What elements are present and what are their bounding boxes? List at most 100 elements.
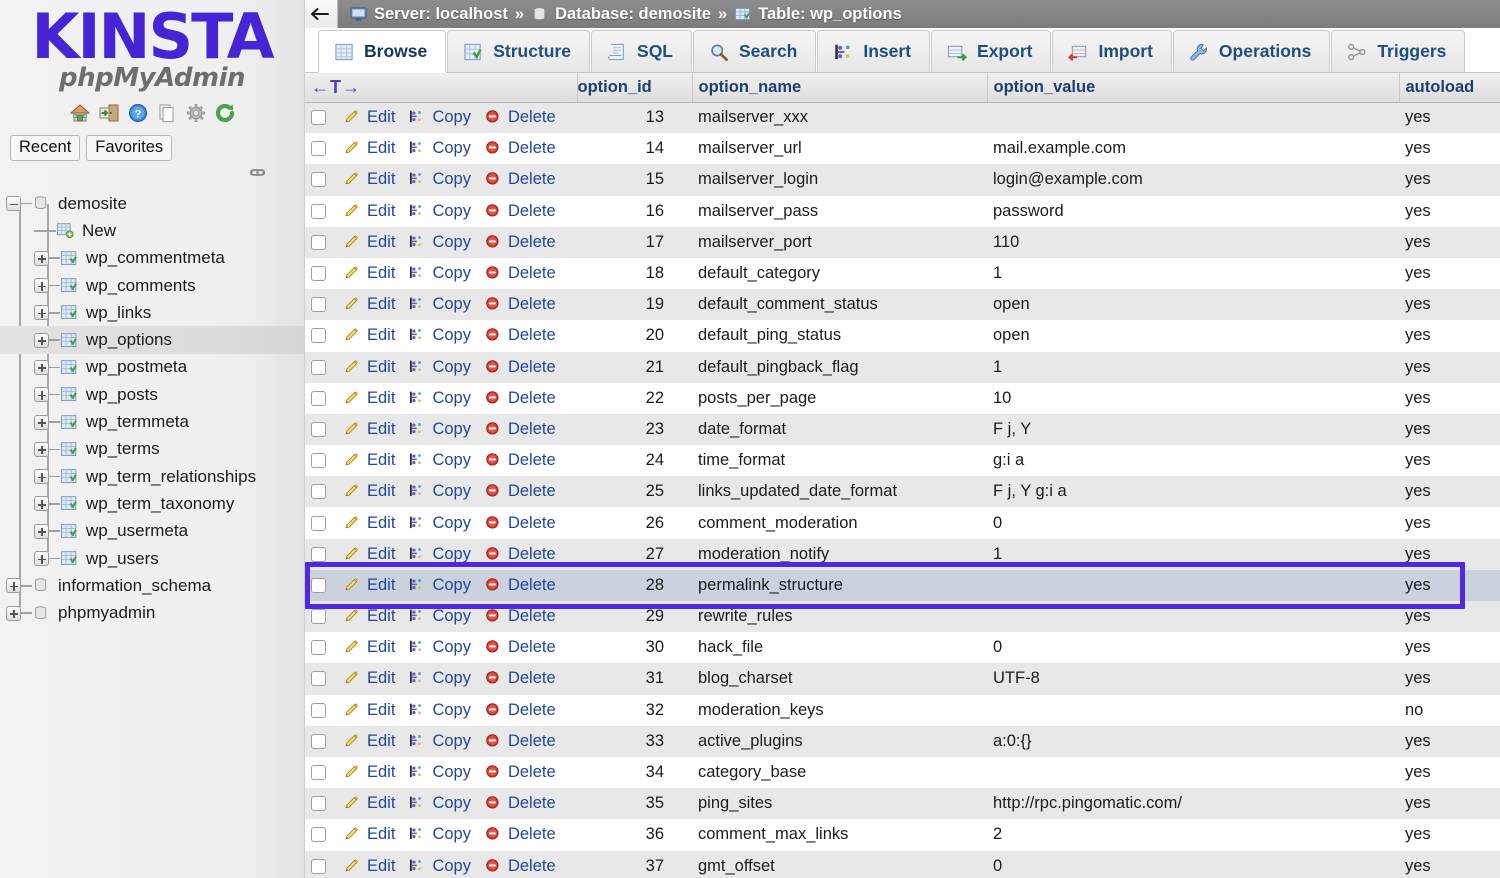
edit-link[interactable]: Edit xyxy=(344,451,395,470)
row-checkbox[interactable] xyxy=(311,141,326,156)
edit-link[interactable]: Edit xyxy=(344,170,395,189)
delete-link[interactable]: Delete xyxy=(485,451,556,470)
row-checkbox[interactable] xyxy=(311,235,326,250)
delete-link[interactable]: Delete xyxy=(485,420,556,439)
expand-icon[interactable] xyxy=(34,360,49,375)
table-row[interactable]: EditCopyDelete33active_pluginsa:0:{}yes xyxy=(305,726,1500,757)
row-checkbox[interactable] xyxy=(311,328,326,343)
row-checkbox[interactable] xyxy=(311,827,326,842)
copy-link[interactable]: Copy xyxy=(409,264,471,283)
sidebar-item-demosite[interactable]: demosite xyxy=(0,190,304,217)
delete-link[interactable]: Delete xyxy=(485,825,556,844)
delete-link[interactable]: Delete xyxy=(485,607,556,626)
tab-sql[interactable]: SQL xyxy=(591,30,692,72)
edit-link[interactable]: Edit xyxy=(344,545,395,564)
expand-icon[interactable] xyxy=(6,578,21,593)
copy-link[interactable]: Copy xyxy=(409,607,471,626)
copy-link[interactable]: Copy xyxy=(409,669,471,688)
table-row[interactable]: EditCopyDelete23date_formatF j, Yyes xyxy=(305,414,1500,445)
delete-link[interactable]: Delete xyxy=(485,576,556,595)
table-row-highlighted[interactable]: EditCopyDelete28permalink_structureyes xyxy=(305,570,1500,601)
row-checkbox[interactable] xyxy=(311,796,326,811)
expand-icon[interactable] xyxy=(6,606,21,621)
edit-link[interactable]: Edit xyxy=(344,857,395,876)
copy-link[interactable]: Copy xyxy=(409,514,471,533)
row-checkbox[interactable] xyxy=(311,671,326,686)
table-row[interactable]: EditCopyDelete15mailserver_loginlogin@ex… xyxy=(305,164,1500,195)
tab-browse[interactable]: Browse xyxy=(318,30,446,72)
edit-link[interactable]: Edit xyxy=(344,763,395,782)
expand-icon[interactable] xyxy=(34,333,49,348)
sidebar-item-wp-users[interactable]: wp_users xyxy=(0,545,304,572)
delete-link[interactable]: Delete xyxy=(485,638,556,657)
table-row[interactable]: EditCopyDelete30hack_file0yes xyxy=(305,632,1500,663)
th-sort-control[interactable]: ←T→ xyxy=(305,73,577,102)
sidebar-item-wp-term-taxonomy[interactable]: wp_term_taxonomy xyxy=(0,490,304,517)
row-checkbox[interactable] xyxy=(311,547,326,562)
sidebar-item-wp-termmeta[interactable]: wp_termmeta xyxy=(0,408,304,435)
copy-link[interactable]: Copy xyxy=(409,358,471,377)
row-checkbox[interactable] xyxy=(311,110,326,125)
delete-link[interactable]: Delete xyxy=(485,857,556,876)
tab-structure[interactable]: Structure xyxy=(447,30,590,72)
table-row[interactable]: EditCopyDelete31blog_charsetUTF-8yes xyxy=(305,663,1500,694)
tab-triggers[interactable]: Triggers xyxy=(1331,30,1465,72)
expand-icon[interactable] xyxy=(34,305,49,320)
delete-link[interactable]: Delete xyxy=(485,389,556,408)
delete-link[interactable]: Delete xyxy=(485,264,556,283)
edit-link[interactable]: Edit xyxy=(344,576,395,595)
copy-link[interactable]: Copy xyxy=(409,451,471,470)
table-row[interactable]: EditCopyDelete24time_formatg:i ayes xyxy=(305,445,1500,476)
copy-link[interactable]: Copy xyxy=(409,482,471,501)
copy-link[interactable]: Copy xyxy=(409,139,471,158)
table-row[interactable]: EditCopyDelete36comment_max_links2yes xyxy=(305,819,1500,850)
breadcrumb-table[interactable]: Table: wp_options xyxy=(758,5,902,24)
table-row[interactable]: EditCopyDelete29rewrite_rulesyes xyxy=(305,601,1500,632)
edit-link[interactable]: Edit xyxy=(344,389,395,408)
tab-export[interactable]: Export xyxy=(931,30,1051,72)
expand-icon[interactable] xyxy=(34,442,49,457)
row-checkbox[interactable] xyxy=(311,578,326,593)
copy-link[interactable]: Copy xyxy=(409,389,471,408)
copy-link[interactable]: Copy xyxy=(409,701,471,720)
edit-link[interactable]: Edit xyxy=(344,420,395,439)
expand-icon[interactable] xyxy=(34,496,49,511)
edit-link[interactable]: Edit xyxy=(344,825,395,844)
edit-link[interactable]: Edit xyxy=(344,794,395,813)
link-icon[interactable] xyxy=(249,167,266,178)
copy-link[interactable]: Copy xyxy=(409,638,471,657)
edit-link[interactable]: Edit xyxy=(344,669,395,688)
tab-import[interactable]: Import xyxy=(1052,30,1171,72)
expand-icon[interactable] xyxy=(34,278,49,293)
delete-link[interactable]: Delete xyxy=(485,170,556,189)
edit-link[interactable]: Edit xyxy=(344,108,395,127)
row-checkbox[interactable] xyxy=(311,703,326,718)
copy-link[interactable]: Copy xyxy=(409,108,471,127)
edit-link[interactable]: Edit xyxy=(344,701,395,720)
edit-link[interactable]: Edit xyxy=(344,264,395,283)
table-row[interactable]: EditCopyDelete19default_comment_statusop… xyxy=(305,289,1500,320)
delete-link[interactable]: Delete xyxy=(485,295,556,314)
sidebar-item-wp-options[interactable]: wp_options xyxy=(0,326,304,353)
delete-link[interactable]: Delete xyxy=(485,108,556,127)
delete-link[interactable]: Delete xyxy=(485,545,556,564)
edit-link[interactable]: Edit xyxy=(344,514,395,533)
delete-link[interactable]: Delete xyxy=(485,732,556,751)
breadcrumb-server[interactable]: Server: localhost xyxy=(374,5,508,24)
sidebar-item-wp-usermeta[interactable]: wp_usermeta xyxy=(0,518,304,545)
sidebar-item-phpmyadmin[interactable]: phpmyadmin xyxy=(0,599,304,626)
row-checkbox[interactable] xyxy=(311,484,326,499)
copy-link[interactable]: Copy xyxy=(409,763,471,782)
row-checkbox[interactable] xyxy=(311,266,326,281)
delete-link[interactable]: Delete xyxy=(485,233,556,252)
row-checkbox[interactable] xyxy=(311,453,326,468)
copy-link[interactable]: Copy xyxy=(409,732,471,751)
copy-link[interactable]: Copy xyxy=(409,857,471,876)
sidebar-item-New[interactable]: New xyxy=(0,217,304,244)
edit-link[interactable]: Edit xyxy=(344,607,395,626)
delete-link[interactable]: Delete xyxy=(485,669,556,688)
table-row[interactable]: EditCopyDelete13mailserver_xxxyes xyxy=(305,102,1500,133)
row-checkbox[interactable] xyxy=(311,640,326,655)
tab-insert[interactable]: Insert xyxy=(817,30,930,72)
delete-link[interactable]: Delete xyxy=(485,514,556,533)
